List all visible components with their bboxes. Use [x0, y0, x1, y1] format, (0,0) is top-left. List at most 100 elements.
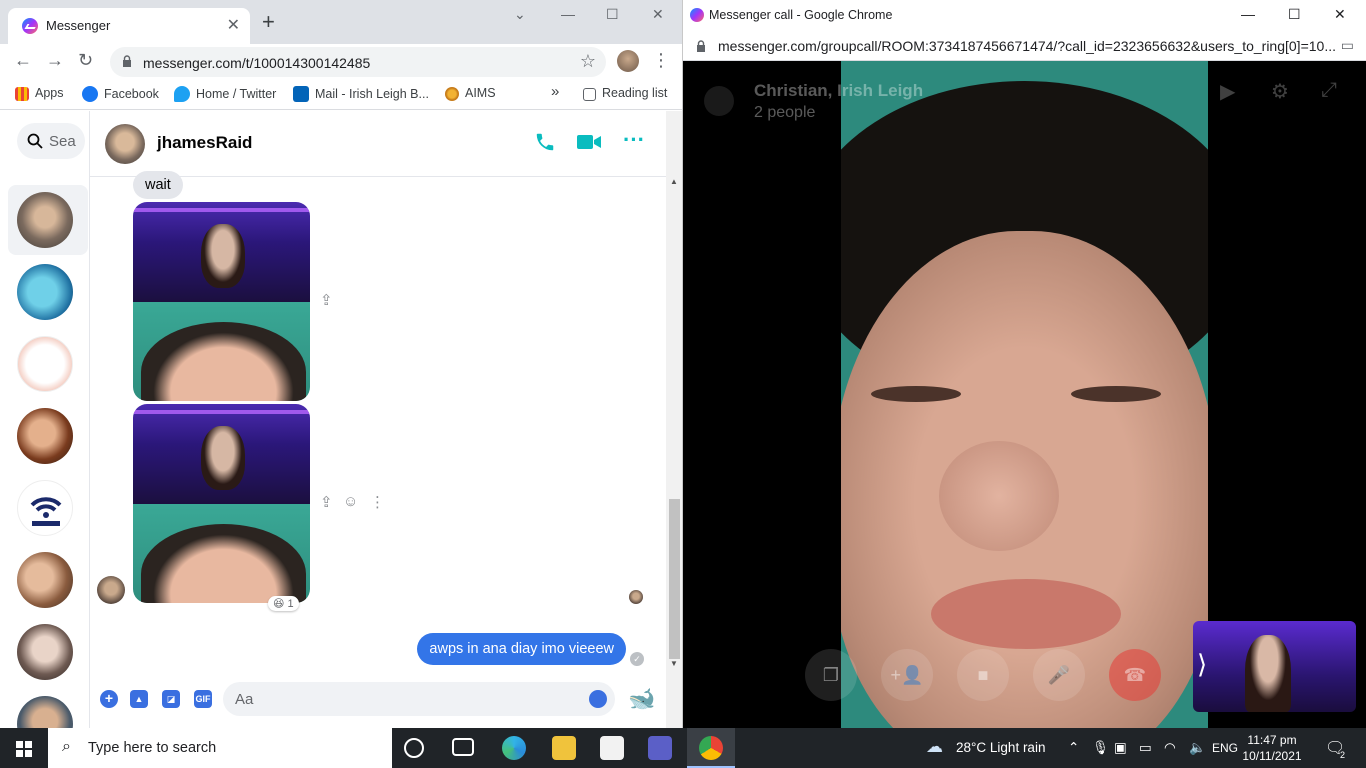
bookmarks-bar: Apps Facebook Home / Twitter Mail - Iris…	[0, 80, 682, 110]
language-indicator[interactable]: ENG	[1212, 741, 1238, 755]
scroll-up-arrow-icon[interactable]: ▲	[670, 177, 678, 186]
reading-list-button[interactable]: Reading list	[583, 86, 667, 101]
conversation-item-2[interactable]	[17, 264, 73, 320]
cortana-icon[interactable]	[404, 738, 424, 758]
incoming-message[interactable]: wait	[133, 171, 183, 199]
tab-strip: Messenger ✕ + ⌄ — ☐ ✕	[0, 0, 682, 44]
conversation-item-8[interactable]	[17, 696, 73, 728]
conversation-item-jhamesraid[interactable]	[17, 192, 73, 248]
messenger-browser-window: Messenger ✕ + ⌄ — ☐ ✕ ← → ↻ messenger.co…	[0, 0, 683, 728]
facebook-icon	[82, 86, 98, 102]
bookmark-apps[interactable]: Apps	[15, 86, 64, 101]
video-call-icon[interactable]	[576, 131, 602, 153]
bookmark-aims[interactable]: AIMS	[445, 86, 496, 101]
wifi-icon[interactable]: ◠	[1164, 740, 1176, 756]
toggle-camera-button[interactable]: ■	[957, 649, 1009, 701]
reaction-badge[interactable]: 😆 1	[268, 596, 299, 611]
volume-icon[interactable]: 🔈	[1189, 740, 1206, 756]
address-bar[interactable]: messenger.com/t/100014300142485 ☆	[110, 47, 606, 77]
fullscreen-icon[interactable]: ⤢	[1321, 79, 1337, 102]
end-call-button[interactable]: ☎	[1109, 649, 1161, 701]
teams-icon[interactable]	[648, 736, 672, 760]
collapse-arrow-icon[interactable]: ⟩	[1197, 649, 1207, 680]
conversation-item-3[interactable]	[17, 336, 73, 392]
close-window-button[interactable]: ✕	[652, 6, 664, 23]
chrome-taskbar-active[interactable]	[687, 728, 735, 768]
bookmark-twitter[interactable]: Home / Twitter	[174, 86, 276, 102]
messenger-favicon-icon	[22, 18, 38, 34]
edge-icon[interactable]	[502, 736, 526, 760]
profile-avatar[interactable]	[617, 50, 639, 72]
close-tab-icon[interactable]: ✕	[227, 15, 240, 35]
weather-text[interactable]: 28°C Light rain	[956, 740, 1045, 755]
close-window-button[interactable]: ✕	[1334, 6, 1346, 23]
scrollbar-thumb[interactable]	[669, 499, 680, 659]
bookmark-mail[interactable]: Mail - Irish Leigh B...	[293, 86, 429, 102]
reload-icon[interactable]: ↻	[78, 50, 93, 71]
microphone-tray-icon[interactable]: 🎙	[1092, 740, 1109, 756]
conversation-info-icon[interactable]: ···	[623, 127, 645, 153]
settings-gear-icon[interactable]: ⚙	[1271, 79, 1289, 104]
forward-arrow-icon[interactable]: →	[46, 50, 64, 71]
message-input[interactable]: Aa	[223, 682, 615, 716]
camera-tray-icon[interactable]: ▣	[1114, 740, 1127, 756]
bookmark-star-icon[interactable]: ☆	[580, 51, 596, 72]
toggle-mic-button[interactable]: 🎤	[1033, 649, 1085, 701]
apps-grid-icon	[15, 87, 29, 101]
bookmark-facebook[interactable]: Facebook	[82, 86, 159, 102]
minimize-button[interactable]: —	[561, 6, 575, 22]
gif-button[interactable]: GIF	[194, 690, 212, 708]
conversation-item-4[interactable]	[17, 408, 73, 464]
outgoing-message[interactable]: awps in ana diay imo vieeew	[417, 633, 626, 665]
attach-photo-icon[interactable]: ▲	[130, 690, 148, 708]
laughing-emoji-icon: 😆	[273, 598, 285, 610]
audio-call-icon[interactable]	[534, 131, 556, 153]
share-screen-button[interactable]: ❐	[805, 649, 857, 701]
aims-icon	[445, 87, 459, 101]
clock[interactable]: 11:47 pm 10/11/2021	[1242, 732, 1302, 764]
task-view-icon[interactable]	[452, 738, 474, 756]
microsoft-store-icon[interactable]	[600, 736, 624, 760]
react-emoji-icon[interactable]: ☺	[343, 493, 358, 510]
chrome-menu-icon[interactable]: ⋮	[652, 50, 670, 71]
battery-icon[interactable]: ▭	[1139, 740, 1152, 756]
more-actions-plus-icon[interactable]: +	[100, 690, 118, 708]
self-preview-video[interactable]: ⟩	[1193, 621, 1356, 712]
camera-icon: ■	[977, 665, 989, 685]
scroll-down-arrow-icon[interactable]: ▼	[670, 659, 678, 668]
bookmarks-overflow-button[interactable]: »	[551, 83, 559, 100]
conversation-item-7[interactable]	[17, 624, 73, 680]
quick-reaction-icon[interactable]: 🐋	[628, 686, 655, 712]
maximize-button[interactable]: ☐	[606, 6, 619, 23]
taskbar-search-box[interactable]: ⌕ Type here to search	[48, 728, 392, 768]
share-icon[interactable]: ⇪	[320, 291, 333, 309]
tab-messenger[interactable]: Messenger ✕	[8, 8, 250, 44]
share-icon[interactable]: ⇪	[320, 493, 333, 511]
emoji-picker-icon[interactable]	[589, 690, 607, 708]
new-tab-button[interactable]: +	[262, 11, 275, 33]
call-address-bar[interactable]: messenger.com/groupcall/ROOM:37341874566…	[683, 31, 1366, 61]
sticker-icon[interactable]: ◪	[162, 690, 180, 708]
file-explorer-icon[interactable]	[552, 736, 576, 760]
sender-avatar	[97, 576, 125, 604]
show-hidden-icons-icon[interactable]: ⌃	[1068, 740, 1079, 756]
conversation-item-6[interactable]	[17, 552, 73, 608]
contact-name[interactable]: jhamesRaid	[157, 133, 252, 153]
screen-share-icon: ❐	[822, 665, 840, 685]
maximize-button[interactable]: ☐	[1288, 6, 1301, 23]
minimize-button[interactable]: —	[1241, 6, 1255, 22]
picture-in-picture-icon[interactable]: ▶	[1220, 79, 1235, 104]
conversation-item-bsit[interactable]	[17, 480, 73, 536]
shared-video-1[interactable]	[133, 202, 310, 401]
back-arrow-icon[interactable]: ←	[14, 50, 32, 71]
contact-avatar[interactable]	[105, 124, 145, 164]
cast-icon[interactable]: ▭	[1341, 37, 1354, 54]
start-button[interactable]	[0, 728, 48, 768]
search-input[interactable]: Sea	[17, 123, 85, 159]
more-options-icon[interactable]: ⋮	[370, 493, 385, 511]
thread-scrollbar[interactable]: ▲ ▼	[666, 111, 682, 728]
weather-cloud-icon[interactable]: ☁	[926, 737, 943, 757]
tab-search-icon[interactable]: ⌄	[514, 6, 526, 23]
add-person-button[interactable]: +👤	[881, 649, 933, 701]
shared-video-2[interactable]	[133, 404, 310, 603]
